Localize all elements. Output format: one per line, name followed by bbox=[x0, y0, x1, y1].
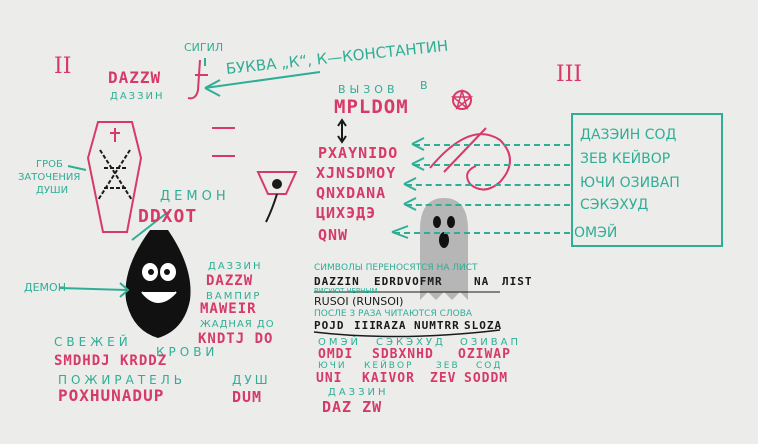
box-line-3: ЮЧИ ОЗИВАП bbox=[580, 175, 680, 191]
numeral-two: II bbox=[54, 54, 72, 79]
sym-omey: OMDI bbox=[318, 347, 354, 362]
sigil-icon bbox=[187, 59, 201, 100]
dazzin3-symbol: DAZ ZW bbox=[322, 398, 383, 416]
arrow-line bbox=[414, 144, 570, 146]
dazzin-symbol: DAZZW bbox=[108, 68, 162, 87]
symbols-note: СИМВОЛЫ ПЕРЕНОСЯТСЯ НА ЛИСТ bbox=[314, 263, 478, 273]
svezhey-symbol: SMDHDJ KRDDZ bbox=[54, 353, 168, 369]
vampir-symbol: MAWEIR bbox=[200, 301, 257, 317]
row1-word-3: NA bbox=[474, 275, 490, 288]
demon-label: ДЕМОН bbox=[160, 189, 230, 204]
word-keyvor: КЕЙВОР bbox=[364, 361, 414, 371]
box-line-4: СЭКЭХУД bbox=[580, 197, 649, 213]
row1-word-1: DAZZIN bbox=[314, 275, 360, 288]
zatochenia-label: ЗАТОЧЕНИЯ bbox=[18, 172, 81, 183]
arrow-line bbox=[406, 204, 570, 206]
demon-symbol: DDXOT bbox=[138, 206, 198, 227]
row2-word-2: III bbox=[354, 319, 377, 332]
dushi-label: ДУШИ bbox=[36, 185, 69, 196]
dazzin2-label: ДАЗЗИН bbox=[208, 261, 263, 272]
dazzin-label: ДАЗЗИН bbox=[110, 91, 165, 102]
dazzin3-label: ДАЗЗИН bbox=[328, 387, 389, 398]
v-label: В bbox=[420, 79, 428, 92]
symbol-line-1: PXAYNIDO bbox=[318, 144, 399, 162]
row2-word-1: POJD bbox=[314, 319, 345, 332]
word-yuchi: ЮЧИ bbox=[318, 361, 347, 371]
dazzin2-symbol: DAZZW bbox=[206, 273, 254, 289]
word-sod: СОД bbox=[476, 361, 503, 371]
demon-arrow-label: ДЕМОН bbox=[24, 281, 66, 294]
sym-sod: SODDM bbox=[464, 371, 509, 386]
row2-word-5: SLOZA bbox=[464, 319, 503, 332]
arrow-line bbox=[406, 184, 570, 186]
symbol-line-4: ЦИХЭДЭ bbox=[316, 204, 377, 222]
arrow-line bbox=[414, 164, 570, 166]
word-zev: ЗЕВ bbox=[436, 361, 460, 371]
sym-ozivap: OZIWAP bbox=[458, 347, 511, 362]
dush-label: ДУШ bbox=[232, 373, 271, 387]
posle-note: ПОСЛЕ 3 РАЗА ЧИТАЮТСЯ СЛОВА bbox=[314, 309, 473, 319]
sym-keyvor: KAIVOR bbox=[362, 371, 415, 386]
whiteboard: II III СИГИЛ БУКВА „К“, К—КОНСТАНТИН DAZ… bbox=[0, 0, 758, 444]
arrow-line bbox=[394, 232, 570, 234]
grob-label: ГРОБ bbox=[36, 159, 63, 170]
small-note: РИСУЮТ ЧЕРНЫМ bbox=[314, 287, 378, 295]
alien-face-icon bbox=[125, 230, 191, 338]
mirom-symbol: MPLDOM bbox=[334, 96, 409, 118]
svezhey-label: СВЕЖЕЙ bbox=[54, 335, 132, 349]
symbol-line-5: QNW bbox=[318, 226, 349, 244]
box-line-2: ЗЕВ КЕЙВОР bbox=[580, 151, 671, 167]
sym-yuchi: UNI bbox=[316, 371, 343, 386]
sym-zev: ZEV bbox=[430, 371, 457, 386]
pozhiratel-label: ПОЖИРАТЕЛЬ bbox=[58, 373, 186, 387]
row1-word-4: ЛIST bbox=[502, 275, 533, 288]
sym-sekehud: SDBXNHD bbox=[372, 347, 434, 362]
zhadnaya-label: ЖАДНАЯ ДО bbox=[200, 319, 275, 330]
row1-word-2: EDRDVOFMR bbox=[374, 275, 443, 288]
numeral-three: III bbox=[556, 62, 583, 87]
sigil-label: СИГИЛ bbox=[184, 41, 224, 54]
vyzov-label: ВЫЗОВ bbox=[338, 83, 399, 96]
pozhiratel-symbol: POXHUNADUP bbox=[58, 386, 165, 405]
box-line-5: ОМЭЙ bbox=[574, 225, 618, 241]
zhadnaya-symbol: KNDTJ DO bbox=[198, 331, 274, 347]
symbol-line-3: QNXDANA bbox=[316, 184, 387, 202]
chains-icon bbox=[97, 149, 133, 201]
dush-symbol: DUM bbox=[232, 388, 263, 406]
box-line-1: ДАЗЭИН СОД bbox=[580, 127, 677, 143]
up-down-arrow-icon bbox=[337, 118, 347, 144]
symbol-line-2: XJNSDMOY bbox=[316, 164, 397, 182]
row2-word-4: NUMTRR bbox=[414, 319, 460, 332]
russoi-text: RUSOI (RUNSOI) bbox=[314, 295, 404, 308]
row2-word-3: RAZA bbox=[376, 319, 407, 332]
spiral-icon bbox=[429, 133, 511, 191]
